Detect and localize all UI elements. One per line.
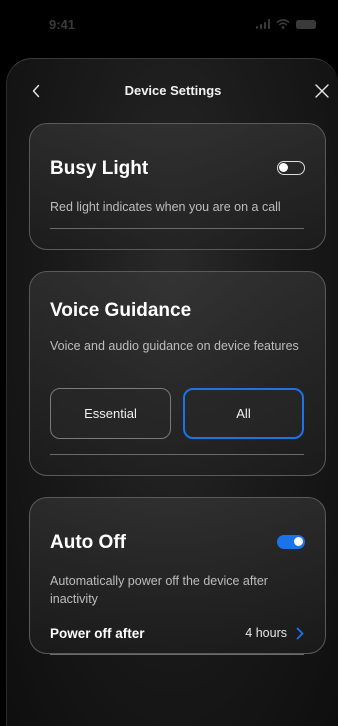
- busy-light-title: Busy Light: [50, 158, 149, 179]
- auto-off-description: Automatically power off the device after…: [50, 574, 268, 606]
- auto-off-card: Auto Off Automatically power off the dev…: [29, 497, 326, 655]
- auto-off-title: Auto Off: [50, 532, 126, 553]
- page-title: Device Settings: [124, 83, 222, 98]
- status-icons: [255, 19, 316, 29]
- wifi-icon: [276, 19, 290, 29]
- voice-option-all[interactable]: All: [183, 388, 304, 439]
- power-off-row-chevron[interactable]: [293, 626, 307, 640]
- close-icon: [315, 84, 329, 98]
- status-time: 9:41: [49, 17, 76, 32]
- card-divider: [50, 454, 304, 455]
- busy-light-toggle[interactable]: [277, 161, 305, 175]
- signal-icon: [255, 19, 270, 29]
- power-off-value[interactable]: 4 hours: [245, 626, 287, 640]
- close-button[interactable]: [311, 80, 333, 102]
- busy-light-description: Red light indicates when you are on a ca…: [50, 200, 281, 214]
- chevron-right-icon: [296, 627, 304, 639]
- card-divider: [50, 654, 304, 655]
- busy-light-card: Busy Light Red light indicates when you …: [29, 123, 326, 250]
- voice-guidance-description: Voice and audio guidance on device featu…: [50, 339, 299, 353]
- voice-guidance-title: Voice Guidance: [50, 300, 192, 321]
- phone-screen: 9:41 Device Settings Busy Light Red ligh…: [0, 0, 338, 726]
- voice-guidance-card: Voice Guidance Voice and audio guidance …: [29, 271, 326, 476]
- card-divider: [50, 228, 304, 229]
- status-bar: 9:41: [0, 0, 338, 50]
- power-off-label: Power off after: [50, 626, 145, 641]
- settings-sheet: Device Settings Busy Light Red light ind…: [6, 58, 338, 726]
- toggle-knob: [279, 163, 288, 172]
- battery-icon: [296, 19, 316, 29]
- toggle-knob: [294, 537, 303, 546]
- nav-bar: Device Settings: [7, 59, 338, 123]
- voice-option-essential[interactable]: Essential: [50, 388, 171, 439]
- auto-off-toggle[interactable]: [277, 535, 305, 549]
